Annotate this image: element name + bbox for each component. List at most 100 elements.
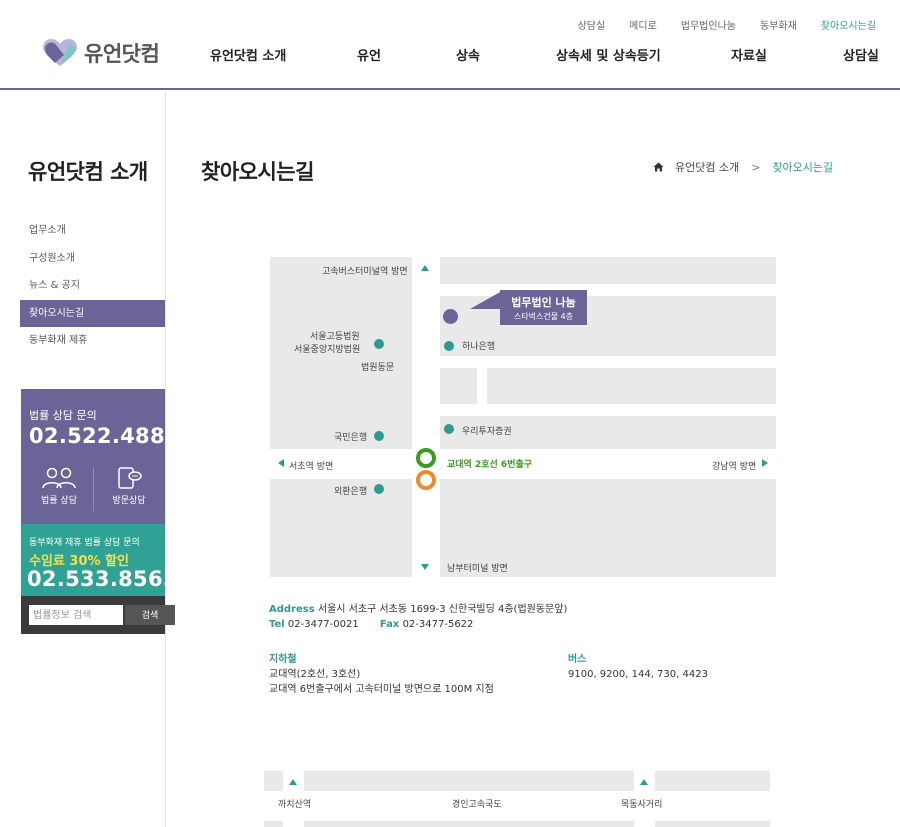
map-block-ne3 xyxy=(440,368,776,404)
legal-search-button[interactable]: 검색 xyxy=(125,605,175,625)
util-link-directions[interactable]: 찾아오시는길 xyxy=(821,17,876,32)
subway-line1: 교대역(2호선, 3호선) xyxy=(269,669,361,680)
location-map-2: 까치산역 경인고속국도 목동사거리 xyxy=(264,771,770,827)
map-label-hana: 하나은행 xyxy=(462,342,496,352)
subway-line3-icon xyxy=(416,470,436,490)
subway-line2: 교대역 6번출구에서 고속터미널 방면으로 100M 지점 xyxy=(269,684,494,695)
map2-label-right: 목동사거리 xyxy=(621,800,663,810)
bus-title: 버스 xyxy=(568,654,587,665)
gnb-consultation[interactable]: 상담실 xyxy=(843,45,879,64)
callout-pointer xyxy=(470,291,502,309)
map-label-court-gate: 법원동문 xyxy=(361,363,395,373)
people-icon xyxy=(42,467,76,489)
bus-lines: 9100, 9200, 144, 730, 4423 xyxy=(568,669,708,680)
partner-promo-box[interactable]: 동부화재 제휴 법률 상담 문의 수임료 30% 할인 02.533.8565 xyxy=(21,524,177,596)
tel-label: Tel xyxy=(269,619,285,630)
sidebar-menu: 업무소개 구성원소개 뉴스 & 공지 찾아오시는길 동부화재 제휴 xyxy=(20,217,165,355)
sidebar-divider xyxy=(165,92,166,827)
site-logo[interactable]: 유언닷컴 xyxy=(42,38,160,68)
breadcrumb-parent[interactable]: 유언닷컴 소개 xyxy=(675,159,739,175)
legal-search-input[interactable] xyxy=(29,605,123,625)
map2-block-3 xyxy=(655,771,770,791)
gnb-inheritance[interactable]: 상속 xyxy=(456,45,480,64)
sidebar-item-business[interactable]: 업무소개 xyxy=(20,217,165,245)
gnb-will[interactable]: 유언 xyxy=(357,45,381,64)
office-callout: 법무법인 나눔 스타벅스건물 4층 xyxy=(500,290,587,325)
util-link-dongbu[interactable]: 동부화재 xyxy=(760,17,797,32)
court-marker-icon xyxy=(374,339,384,349)
consult-title: 법률 상담 문의 xyxy=(29,409,97,422)
sidebar-item-members[interactable]: 구성원소개 xyxy=(20,245,165,273)
map2-block-1 xyxy=(264,771,283,791)
sidebar-item-news[interactable]: 뉴스 & 공지 xyxy=(20,272,165,300)
arrow-left-icon xyxy=(278,459,284,467)
legal-consult-button[interactable]: 법률 상담 xyxy=(29,467,89,506)
map2-block-4 xyxy=(264,821,283,827)
address-info: Address 서울시 서초구 서초동 1699-3 신한국빌딩 4층(법원동문… xyxy=(269,602,567,632)
visit-consult-button[interactable]: 방문상담 xyxy=(99,467,159,506)
sidebar-title: 유언닷컴 소개 xyxy=(28,160,148,184)
map-alley xyxy=(477,356,487,416)
map-label-court2: 서울중앙지방법원 xyxy=(294,345,361,355)
map2-block-6 xyxy=(655,821,770,827)
map-label-keb: 외환은행 xyxy=(334,487,368,497)
fax-value: 02-3477-5622 xyxy=(402,619,474,630)
arrow-up-icon xyxy=(421,265,429,271)
subway-title: 지하철 xyxy=(269,654,297,665)
arrow-right-icon xyxy=(762,459,768,467)
breadcrumb: 유언닷컴 소개 > 찾아오시는길 xyxy=(653,159,833,175)
map-label-kookmin: 국민은행 xyxy=(334,433,368,443)
sidebar-item-directions[interactable]: 찾아오시는길 xyxy=(20,299,165,327)
map-label-exit: 교대역 2호선 6번출구 xyxy=(447,460,533,470)
util-link-medilaw[interactable]: 메디로 xyxy=(629,17,657,32)
woori-marker-icon xyxy=(444,424,454,434)
address-value: 서울시 서초구 서초동 1699-3 신한국빌딩 4층(법원동문앞) xyxy=(317,604,568,615)
map2-block-2 xyxy=(304,771,634,791)
kookmin-marker-icon xyxy=(374,431,384,441)
partner-phone: 02.533.8565 xyxy=(27,567,178,591)
map-label-terminal: 고속버스터미널역 방면 xyxy=(322,267,408,277)
map2-label-left: 까치산역 xyxy=(278,800,312,810)
map-label-south: 남부터미널 방면 xyxy=(447,564,508,574)
hana-marker-icon xyxy=(444,341,454,351)
sidebar-item-dongbu[interactable]: 동부화재 제휴 xyxy=(20,327,165,355)
util-link-nanum[interactable]: 법무법인나눔 xyxy=(681,17,736,32)
map-label-east: 강남역 방면 xyxy=(712,462,757,472)
heart-logo-icon xyxy=(43,39,77,66)
tel-value: 02-3477-0021 xyxy=(287,619,359,630)
page-title: 찾아오시는길 xyxy=(201,160,314,184)
subway-line2-icon xyxy=(416,448,436,468)
subway-info: 지하철 교대역(2호선, 3호선) 교대역 6번출구에서 고속터미널 방면으로 … xyxy=(269,650,494,697)
partner-title: 동부화재 제휴 법률 상담 문의 xyxy=(29,538,140,548)
map2-arrow-up-icon xyxy=(289,779,297,785)
home-icon[interactable] xyxy=(653,162,664,172)
keb-marker-icon xyxy=(374,484,384,494)
legal-search: 검색 xyxy=(21,596,175,634)
consult-box: 법률 상담 문의 02.522.4888 법률 상담 방문상담 xyxy=(21,389,179,524)
mobile-chat-icon xyxy=(118,467,142,489)
callout-title: 법무법인 나눔 xyxy=(511,296,576,309)
map-label-west: 서초역 방면 xyxy=(289,462,334,472)
logo-text: 유언닷컴 xyxy=(84,42,160,66)
gnb-resources[interactable]: 자료실 xyxy=(731,45,767,64)
map2-block-5 xyxy=(304,821,634,827)
arrow-down-icon xyxy=(421,564,429,570)
visit-consult-label: 방문상담 xyxy=(112,496,146,506)
fax-label: Fax xyxy=(379,619,400,630)
map2-label-center: 경인고속국도 xyxy=(452,800,502,810)
gnb-inheritance-tax[interactable]: 상속세 및 상속등기 xyxy=(556,45,661,64)
site-header: 상담실 메디로 법무법인나눔 동부화재 찾아오시는길 유언닷컴 유언닷컴 소개 … xyxy=(0,0,900,90)
util-link-consult[interactable]: 상담실 xyxy=(578,17,606,32)
consult-phone: 02.522.4888 xyxy=(29,424,180,448)
legal-consult-label: 법률 상담 xyxy=(41,496,77,506)
map-label-woori: 우리투자증권 xyxy=(462,427,512,437)
address-label: Address xyxy=(269,604,315,615)
map2-arrow-up-icon-2 xyxy=(640,779,648,785)
map-block-ne1 xyxy=(440,257,776,284)
bus-info: 버스 9100, 9200, 144, 730, 4423 xyxy=(568,650,708,682)
consult-divider xyxy=(93,467,94,511)
map-label-court: 서울고등법원 xyxy=(310,332,360,342)
office-marker-icon xyxy=(443,309,458,324)
location-map: 고속버스터미널역 방면 법무법인 나눔 스타벅스건물 4층 서울고등법원 서울중… xyxy=(270,257,776,577)
gnb-about[interactable]: 유언닷컴 소개 xyxy=(210,45,286,64)
